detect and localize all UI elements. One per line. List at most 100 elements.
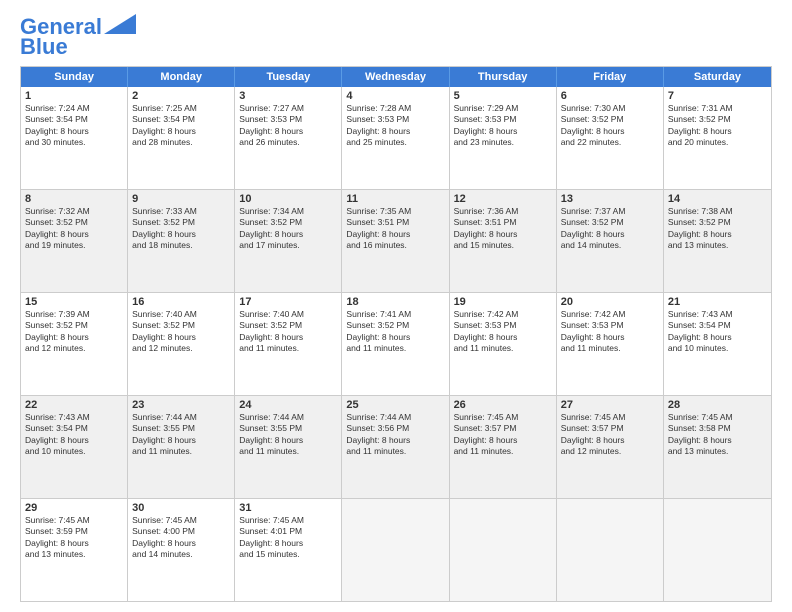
empty-cell bbox=[450, 499, 557, 601]
day-info: Sunrise: 7:37 AM Sunset: 3:52 PM Dayligh… bbox=[561, 206, 659, 252]
day-number: 1 bbox=[25, 90, 123, 102]
day-number: 2 bbox=[132, 90, 230, 102]
day-cell-24: 24Sunrise: 7:44 AM Sunset: 3:55 PM Dayli… bbox=[235, 396, 342, 498]
day-number: 14 bbox=[668, 193, 767, 205]
day-cell-1: 1Sunrise: 7:24 AM Sunset: 3:54 PM Daylig… bbox=[21, 87, 128, 189]
page: General Blue SundayMondayTuesdayWednesda… bbox=[0, 0, 792, 612]
calendar-row-3: 15Sunrise: 7:39 AM Sunset: 3:52 PM Dayli… bbox=[21, 292, 771, 395]
day-info: Sunrise: 7:36 AM Sunset: 3:51 PM Dayligh… bbox=[454, 206, 552, 252]
day-cell-30: 30Sunrise: 7:45 AM Sunset: 4:00 PM Dayli… bbox=[128, 499, 235, 601]
day-info: Sunrise: 7:38 AM Sunset: 3:52 PM Dayligh… bbox=[668, 206, 767, 252]
day-info: Sunrise: 7:39 AM Sunset: 3:52 PM Dayligh… bbox=[25, 309, 123, 355]
calendar-header: SundayMondayTuesdayWednesdayThursdayFrid… bbox=[21, 67, 771, 87]
calendar: SundayMondayTuesdayWednesdayThursdayFrid… bbox=[20, 66, 772, 602]
day-number: 17 bbox=[239, 296, 337, 308]
day-number: 10 bbox=[239, 193, 337, 205]
day-cell-10: 10Sunrise: 7:34 AM Sunset: 3:52 PM Dayli… bbox=[235, 190, 342, 292]
day-cell-21: 21Sunrise: 7:43 AM Sunset: 3:54 PM Dayli… bbox=[664, 293, 771, 395]
day-info: Sunrise: 7:40 AM Sunset: 3:52 PM Dayligh… bbox=[239, 309, 337, 355]
day-number: 7 bbox=[668, 90, 767, 102]
logo-blue-text: Blue bbox=[20, 36, 68, 58]
day-info: Sunrise: 7:44 AM Sunset: 3:55 PM Dayligh… bbox=[132, 412, 230, 458]
logo-icon bbox=[104, 14, 136, 34]
calendar-row-2: 8Sunrise: 7:32 AM Sunset: 3:52 PM Daylig… bbox=[21, 189, 771, 292]
day-number: 9 bbox=[132, 193, 230, 205]
day-number: 11 bbox=[346, 193, 444, 205]
day-info: Sunrise: 7:29 AM Sunset: 3:53 PM Dayligh… bbox=[454, 103, 552, 149]
day-number: 22 bbox=[25, 399, 123, 411]
calendar-row-4: 22Sunrise: 7:43 AM Sunset: 3:54 PM Dayli… bbox=[21, 395, 771, 498]
header-day-wednesday: Wednesday bbox=[342, 67, 449, 87]
day-number: 4 bbox=[346, 90, 444, 102]
day-info: Sunrise: 7:25 AM Sunset: 3:54 PM Dayligh… bbox=[132, 103, 230, 149]
day-info: Sunrise: 7:24 AM Sunset: 3:54 PM Dayligh… bbox=[25, 103, 123, 149]
day-cell-29: 29Sunrise: 7:45 AM Sunset: 3:59 PM Dayli… bbox=[21, 499, 128, 601]
day-info: Sunrise: 7:41 AM Sunset: 3:52 PM Dayligh… bbox=[346, 309, 444, 355]
day-info: Sunrise: 7:42 AM Sunset: 3:53 PM Dayligh… bbox=[561, 309, 659, 355]
day-cell-7: 7Sunrise: 7:31 AM Sunset: 3:52 PM Daylig… bbox=[664, 87, 771, 189]
day-cell-15: 15Sunrise: 7:39 AM Sunset: 3:52 PM Dayli… bbox=[21, 293, 128, 395]
day-cell-11: 11Sunrise: 7:35 AM Sunset: 3:51 PM Dayli… bbox=[342, 190, 449, 292]
day-number: 26 bbox=[454, 399, 552, 411]
day-cell-18: 18Sunrise: 7:41 AM Sunset: 3:52 PM Dayli… bbox=[342, 293, 449, 395]
day-info: Sunrise: 7:27 AM Sunset: 3:53 PM Dayligh… bbox=[239, 103, 337, 149]
day-cell-23: 23Sunrise: 7:44 AM Sunset: 3:55 PM Dayli… bbox=[128, 396, 235, 498]
day-number: 5 bbox=[454, 90, 552, 102]
day-info: Sunrise: 7:45 AM Sunset: 4:01 PM Dayligh… bbox=[239, 515, 337, 561]
header: General Blue bbox=[20, 16, 772, 58]
day-cell-31: 31Sunrise: 7:45 AM Sunset: 4:01 PM Dayli… bbox=[235, 499, 342, 601]
header-day-saturday: Saturday bbox=[664, 67, 771, 87]
day-cell-6: 6Sunrise: 7:30 AM Sunset: 3:52 PM Daylig… bbox=[557, 87, 664, 189]
day-number: 3 bbox=[239, 90, 337, 102]
day-cell-14: 14Sunrise: 7:38 AM Sunset: 3:52 PM Dayli… bbox=[664, 190, 771, 292]
day-info: Sunrise: 7:28 AM Sunset: 3:53 PM Dayligh… bbox=[346, 103, 444, 149]
calendar-row-1: 1Sunrise: 7:24 AM Sunset: 3:54 PM Daylig… bbox=[21, 87, 771, 189]
day-info: Sunrise: 7:32 AM Sunset: 3:52 PM Dayligh… bbox=[25, 206, 123, 252]
header-day-friday: Friday bbox=[557, 67, 664, 87]
day-cell-2: 2Sunrise: 7:25 AM Sunset: 3:54 PM Daylig… bbox=[128, 87, 235, 189]
day-info: Sunrise: 7:45 AM Sunset: 3:59 PM Dayligh… bbox=[25, 515, 123, 561]
day-cell-3: 3Sunrise: 7:27 AM Sunset: 3:53 PM Daylig… bbox=[235, 87, 342, 189]
day-number: 28 bbox=[668, 399, 767, 411]
day-number: 18 bbox=[346, 296, 444, 308]
day-number: 24 bbox=[239, 399, 337, 411]
day-number: 6 bbox=[561, 90, 659, 102]
day-info: Sunrise: 7:34 AM Sunset: 3:52 PM Dayligh… bbox=[239, 206, 337, 252]
empty-cell bbox=[342, 499, 449, 601]
logo: General Blue bbox=[20, 16, 136, 58]
day-number: 29 bbox=[25, 502, 123, 514]
day-number: 23 bbox=[132, 399, 230, 411]
day-info: Sunrise: 7:31 AM Sunset: 3:52 PM Dayligh… bbox=[668, 103, 767, 149]
day-cell-16: 16Sunrise: 7:40 AM Sunset: 3:52 PM Dayli… bbox=[128, 293, 235, 395]
day-info: Sunrise: 7:43 AM Sunset: 3:54 PM Dayligh… bbox=[668, 309, 767, 355]
day-cell-13: 13Sunrise: 7:37 AM Sunset: 3:52 PM Dayli… bbox=[557, 190, 664, 292]
day-info: Sunrise: 7:45 AM Sunset: 3:58 PM Dayligh… bbox=[668, 412, 767, 458]
header-day-tuesday: Tuesday bbox=[235, 67, 342, 87]
day-cell-26: 26Sunrise: 7:45 AM Sunset: 3:57 PM Dayli… bbox=[450, 396, 557, 498]
day-cell-27: 27Sunrise: 7:45 AM Sunset: 3:57 PM Dayli… bbox=[557, 396, 664, 498]
day-cell-20: 20Sunrise: 7:42 AM Sunset: 3:53 PM Dayli… bbox=[557, 293, 664, 395]
day-info: Sunrise: 7:30 AM Sunset: 3:52 PM Dayligh… bbox=[561, 103, 659, 149]
day-cell-8: 8Sunrise: 7:32 AM Sunset: 3:52 PM Daylig… bbox=[21, 190, 128, 292]
day-cell-4: 4Sunrise: 7:28 AM Sunset: 3:53 PM Daylig… bbox=[342, 87, 449, 189]
header-day-thursday: Thursday bbox=[450, 67, 557, 87]
empty-cell bbox=[557, 499, 664, 601]
day-info: Sunrise: 7:35 AM Sunset: 3:51 PM Dayligh… bbox=[346, 206, 444, 252]
day-number: 12 bbox=[454, 193, 552, 205]
day-cell-5: 5Sunrise: 7:29 AM Sunset: 3:53 PM Daylig… bbox=[450, 87, 557, 189]
day-cell-12: 12Sunrise: 7:36 AM Sunset: 3:51 PM Dayli… bbox=[450, 190, 557, 292]
day-info: Sunrise: 7:40 AM Sunset: 3:52 PM Dayligh… bbox=[132, 309, 230, 355]
day-number: 19 bbox=[454, 296, 552, 308]
day-number: 16 bbox=[132, 296, 230, 308]
day-number: 31 bbox=[239, 502, 337, 514]
calendar-row-5: 29Sunrise: 7:45 AM Sunset: 3:59 PM Dayli… bbox=[21, 498, 771, 601]
day-info: Sunrise: 7:45 AM Sunset: 3:57 PM Dayligh… bbox=[454, 412, 552, 458]
day-info: Sunrise: 7:44 AM Sunset: 3:56 PM Dayligh… bbox=[346, 412, 444, 458]
day-number: 30 bbox=[132, 502, 230, 514]
day-number: 8 bbox=[25, 193, 123, 205]
header-day-sunday: Sunday bbox=[21, 67, 128, 87]
day-number: 25 bbox=[346, 399, 444, 411]
day-number: 21 bbox=[668, 296, 767, 308]
day-number: 15 bbox=[25, 296, 123, 308]
day-info: Sunrise: 7:45 AM Sunset: 3:57 PM Dayligh… bbox=[561, 412, 659, 458]
